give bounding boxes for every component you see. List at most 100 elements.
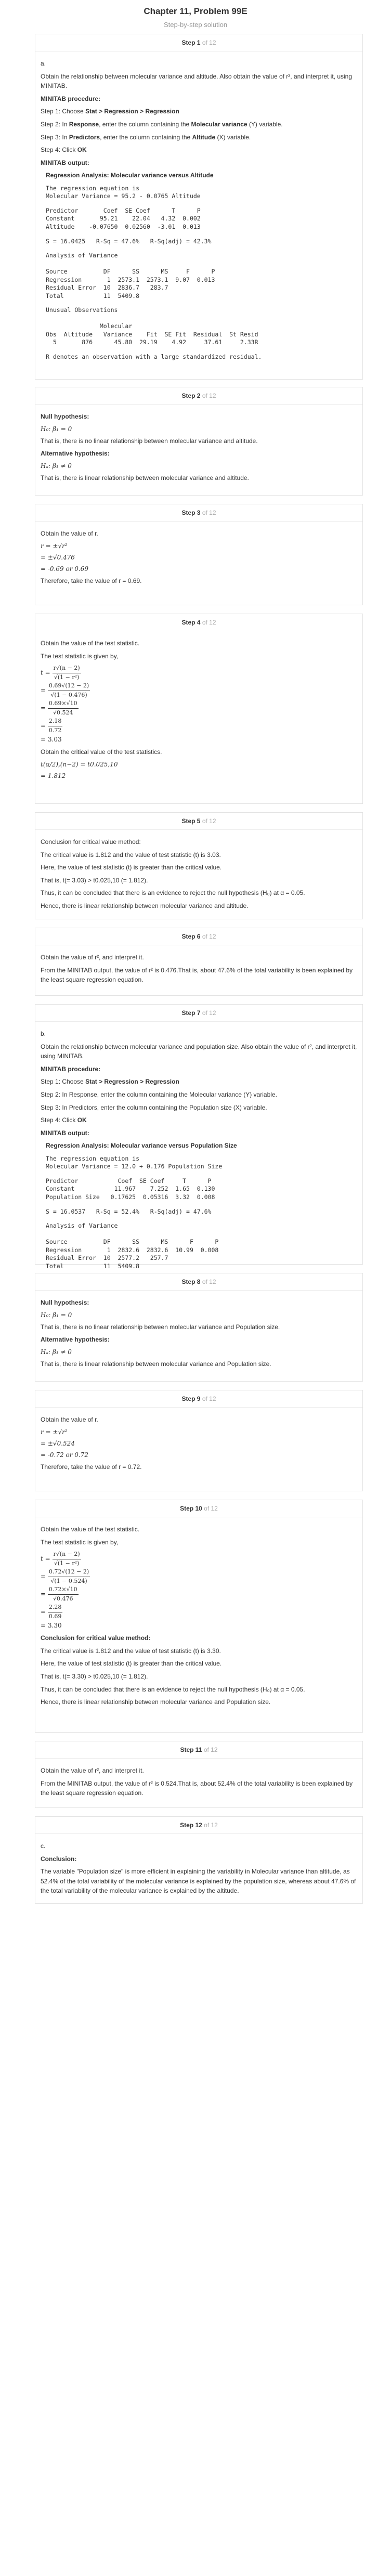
r-conclusion: Therefore, take the value of r = 0.72.: [41, 1463, 142, 1471]
part-label: b.: [41, 1030, 46, 1037]
procedure-step-2: Step 2: In Response, enter the column co…: [41, 120, 283, 128]
step-card-8: Step 8 of 12 Null hypothesis: H₀: β₁ = 0…: [35, 1273, 363, 1382]
anova-table: Analysis of Variance Source DF SS MS F P…: [46, 1222, 219, 1270]
page: Chapter 11, Problem 99E Step-by-step sol…: [0, 0, 391, 1904]
null-hypothesis-text: That is, there is no linear relationship…: [41, 437, 258, 445]
step-header-9: Step 9 of 12: [35, 1390, 362, 1408]
critical-formula: t(α/2),(n−2) = t0.025,10: [41, 760, 118, 768]
procedure-step-1: Step 1: Choose Stat > Regression > Regre…: [41, 1078, 179, 1086]
residual-note: R denotes an observation with a large st…: [46, 353, 262, 360]
critical-text: The critical value is 1.812 and the valu…: [41, 1647, 221, 1655]
procedure-step-3: Step 3: In Predictors, enter the column …: [41, 133, 251, 141]
procedure-step-4: Step 4: Click OK: [41, 146, 87, 154]
alt-hypothesis-title: Alternative hypothesis:: [41, 1336, 110, 1344]
part-label: a.: [41, 60, 46, 67]
coefficients-table: Predictor Coef SE Coef T P Constant 11.9…: [46, 1177, 215, 1201]
step-card-7: Step 7 of 12 b. Obtain the relationship …: [35, 1004, 363, 1270]
comparison-text: Here, the value of test statistic (t) is…: [41, 1660, 222, 1668]
page-subtitle: Step-by-step solution: [163, 21, 228, 29]
given-text: The test statistic is given by,: [41, 652, 119, 660]
intro-text: Obtain the value of r.: [41, 530, 98, 537]
null-hypothesis-title: Null hypothesis:: [41, 1299, 89, 1306]
final-text: Hence, there is linear relationship betw…: [41, 902, 249, 909]
regression-equation: The regression equation is Molecular Var…: [46, 184, 201, 200]
t-simplify-1: = 0.72×√10 √0.476: [41, 1586, 79, 1602]
procedure-step-2: Step 2: In Response, enter the column co…: [41, 1090, 277, 1098]
intro-text: Obtain the value of the test statistic.: [41, 640, 140, 647]
minitab-output: Regression Analysis: Molecular variance …: [46, 171, 357, 361]
r-result: = -0.72 or 0.72: [41, 1451, 88, 1459]
unusual-observations: Unusual Observations Molecular Obs Altit…: [46, 306, 258, 346]
alt-hypothesis-eq: Hₐ: β₁ ≠ 0: [41, 1348, 72, 1356]
r2-intro: Obtain the value of r², and interpret it…: [41, 1767, 144, 1774]
step-card-12: Step 12 of 12 c. Conclusion: The variabl…: [35, 1816, 363, 1904]
step-header-4: Step 4 of 12: [35, 614, 362, 631]
step-card-10: Step 10 of 12 Obtain the value of the te…: [35, 1500, 363, 1733]
r2-intro: Obtain the value of r², and interpret it…: [41, 954, 144, 961]
step-header-12: Step 12 of 12: [35, 1817, 362, 1834]
step-header-11: Step 11 of 12: [35, 1741, 362, 1759]
conclusion-title: Conclusion:: [41, 1855, 77, 1863]
reject-text: Thus, it can be concluded that there is …: [41, 1685, 305, 1693]
inequality-text: That is, t(= 3.03) > t0.025,10 (= 1.812)…: [41, 876, 148, 884]
step-body-3: Obtain the value of r. r = ±√r² = ±√0.47…: [35, 522, 362, 600]
comparison-text: Here, the value of test statistic (t) is…: [41, 864, 222, 871]
intro-text: Obtain the relationship between molecula…: [41, 72, 353, 90]
t-simplify-2: = 2.18 0.72: [41, 718, 63, 734]
step-header-1: Step 1 of 12: [35, 34, 362, 51]
t-formula: t = r√(n − 2) √(1 − r²): [41, 1551, 81, 1567]
step-header-7: Step 7 of 12: [35, 1005, 362, 1022]
step-header-2: Step 2 of 12: [35, 387, 362, 405]
coefficients-table: Predictor Coef SE Coef T P Constant 95.2…: [46, 206, 201, 230]
step-header-10: Step 10 of 12: [35, 1500, 362, 1517]
regression-title: Regression Analysis: Molecular variance …: [46, 172, 214, 179]
regression-equation: The regression equation is Molecular Var…: [46, 1154, 223, 1170]
step-body-7: b. Obtain the relationship between molec…: [35, 1022, 362, 1287]
t-substitution: = 0.69√(12 − 2) √(1 − 0.476): [41, 682, 90, 698]
part-label: c.: [41, 1842, 46, 1850]
step-body-4: Obtain the value of the test statistic. …: [35, 631, 362, 793]
step-card-4: Step 4 of 12 Obtain the value of the tes…: [35, 614, 363, 804]
minitab-output: Regression Analysis: Molecular variance …: [46, 1141, 357, 1270]
step-card-5: Step 5 of 12 Conclusion for critical val…: [35, 812, 363, 919]
r-formula: r = ±√r²: [41, 1428, 68, 1436]
alt-hypothesis-eq: Hₐ: β₁ ≠ 0: [41, 462, 72, 470]
critical-value: = 1.812: [41, 772, 66, 779]
step-body-11: Obtain the value of r², and interpret it…: [35, 1759, 362, 1812]
intro-text: Obtain the relationship between molecula…: [41, 1043, 357, 1060]
procedure-step-3: Step 3: In Predictors, enter the column …: [41, 1103, 267, 1111]
output-title: MINITAB output:: [41, 1129, 89, 1137]
r-formula: r = ±√r²: [41, 542, 68, 550]
step-body-10: Obtain the value of the test statistic. …: [35, 1517, 362, 1721]
reject-text: Thus, it can be concluded that there is …: [41, 889, 305, 897]
procedure-step-4: Step 4: Click OK: [41, 1116, 87, 1124]
final-text: Hence, there is linear relationship betw…: [41, 1698, 271, 1706]
r-result: = -0.69 or 0.69: [41, 565, 88, 573]
procedure-title: MINITAB procedure:: [41, 95, 101, 102]
r-conclusion: Therefore, take the value of r = 0.69.: [41, 577, 142, 585]
step-body-8: Null hypothesis: H₀: β₁ = 0 That is, the…: [35, 1291, 362, 1383]
alt-hypothesis-text: That is, there is linear relationship be…: [41, 474, 249, 482]
step-card-3: Step 3 of 12 Obtain the value of r. r = …: [35, 504, 363, 605]
conclusion-title: Conclusion for critical value method:: [41, 838, 141, 845]
fit-summary: S = 16.0537 R-Sq = 52.4% R-Sq(adj) = 47.…: [46, 1207, 212, 1215]
step-card-9: Step 9 of 12 Obtain the value of r. r = …: [35, 1390, 363, 1491]
regression-title: Regression Analysis: Molecular variance …: [46, 1142, 237, 1150]
procedure-title: MINITAB procedure:: [41, 1065, 101, 1073]
t-result: = 3.30: [41, 1622, 62, 1630]
r-substitution: = ±√0.476: [41, 553, 75, 561]
anova-table: Analysis of Variance Source DF SS MS F P…: [46, 252, 215, 300]
t-simplify-2: = 2.28 0.69: [41, 1604, 63, 1620]
critical-intro: Obtain the critical value of the test st…: [41, 748, 162, 756]
step-card-1: Step 1 of 12 a. Obtain the relationship …: [35, 34, 363, 380]
step-body-1: a. Obtain the relationship between molec…: [35, 51, 362, 378]
step-body-12: c. Conclusion: The variable "Population …: [35, 1834, 362, 1909]
step-header-8: Step 8 of 12: [35, 1273, 362, 1291]
intro-text: Obtain the value of the test statistic.: [41, 1526, 140, 1533]
conclusion-title: Conclusion for critical value method:: [41, 1634, 151, 1642]
step-card-2: Step 2 of 12 Null hypothesis: H₀: β₁ = 0…: [35, 387, 363, 496]
conclusion-text: The variable "Population size" is more e…: [41, 1868, 356, 1895]
step-header-3: Step 3 of 12: [35, 504, 362, 522]
t-formula: t = r√(n − 2) √(1 − r²): [41, 665, 81, 681]
t-substitution: = 0.72√(12 − 2) √(1 − 0.524): [41, 1568, 90, 1584]
